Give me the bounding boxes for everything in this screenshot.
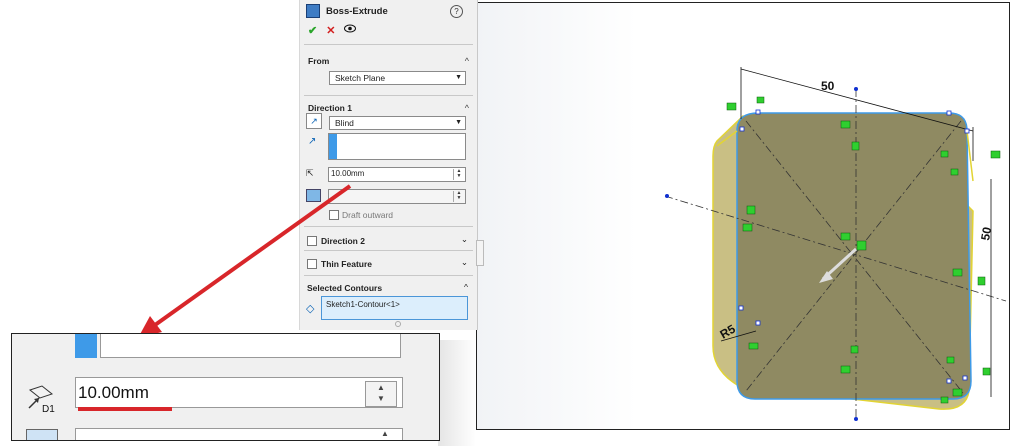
draft-angle-field bbox=[75, 428, 403, 440]
inset-shadow bbox=[438, 340, 476, 446]
direction-selection-box bbox=[100, 334, 401, 358]
draft-spinner: ▲ bbox=[381, 429, 389, 438]
zoom-inset: D1 10.00mm ▲ ▼ ▲ bbox=[11, 333, 440, 441]
depth-spinner-zoomed: ▲ ▼ bbox=[365, 381, 397, 407]
selection-indicator bbox=[75, 334, 97, 358]
d1-label: D1 bbox=[42, 404, 55, 414]
draft-icon bbox=[26, 429, 58, 440]
depth-value-zoomed: 10.00mm bbox=[78, 383, 149, 402]
red-underline bbox=[78, 407, 172, 411]
depth-d1-icon: D1 bbox=[26, 384, 60, 415]
